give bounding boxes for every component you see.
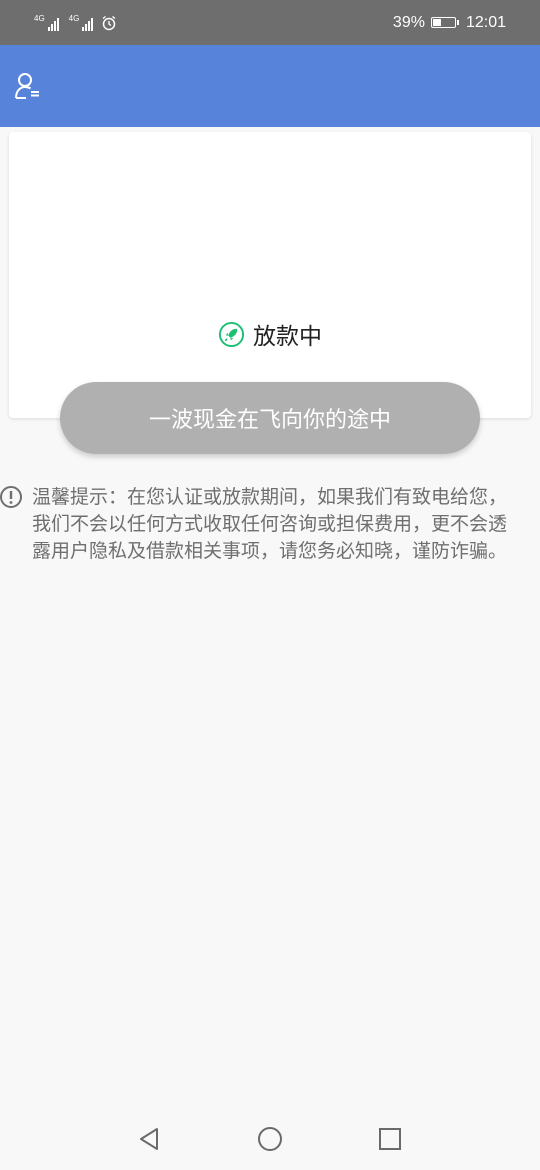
status-bar: 4G 4G 39% 12:01: [0, 0, 540, 45]
signal-2-tag: 4G: [68, 13, 80, 23]
battery-icon: [430, 17, 459, 28]
nav-back-button[interactable]: [137, 1126, 163, 1152]
status-left: 4G 4G: [34, 13, 117, 31]
loan-status-text: 放款中: [253, 324, 322, 350]
back-icon: [140, 1128, 158, 1150]
rocket-icon: [218, 321, 245, 347]
user-menu-icon: [15, 73, 39, 99]
battery-percent: 39%: [392, 13, 425, 31]
signal-1-tag: 4G: [34, 13, 45, 23]
signal-2-icon: 4G: [68, 13, 94, 31]
system-nav-bar: [0, 1108, 540, 1170]
recents-icon: [379, 1128, 401, 1150]
exclamation-circle-icon: [0, 486, 22, 508]
status-card: 放款中: [9, 132, 531, 418]
warning-notice: 温馨提示：在您认证或放款期间，如果我们有致电给您，我们不会以任何方式收取任何咨询…: [0, 484, 540, 565]
clock: 12:01: [465, 13, 506, 31]
nav-recents-button[interactable]: [377, 1126, 403, 1152]
nav-home-button[interactable]: [257, 1126, 283, 1152]
home-icon: [258, 1127, 282, 1151]
notice-text: 温馨提示：在您认证或放款期间，如果我们有致电给您，我们不会以任何方式收取任何咨询…: [32, 486, 508, 562]
app-bar: [0, 45, 540, 127]
profile-button[interactable]: [12, 70, 44, 102]
cash-on-way-button[interactable]: 一波现金在飞向你的途中: [60, 382, 480, 454]
signal-1-icon: 4G: [34, 13, 59, 31]
alarm-icon: [102, 15, 116, 30]
status-row: 放款中: [9, 317, 531, 351]
status-right: 39% 12:01: [393, 14, 506, 32]
